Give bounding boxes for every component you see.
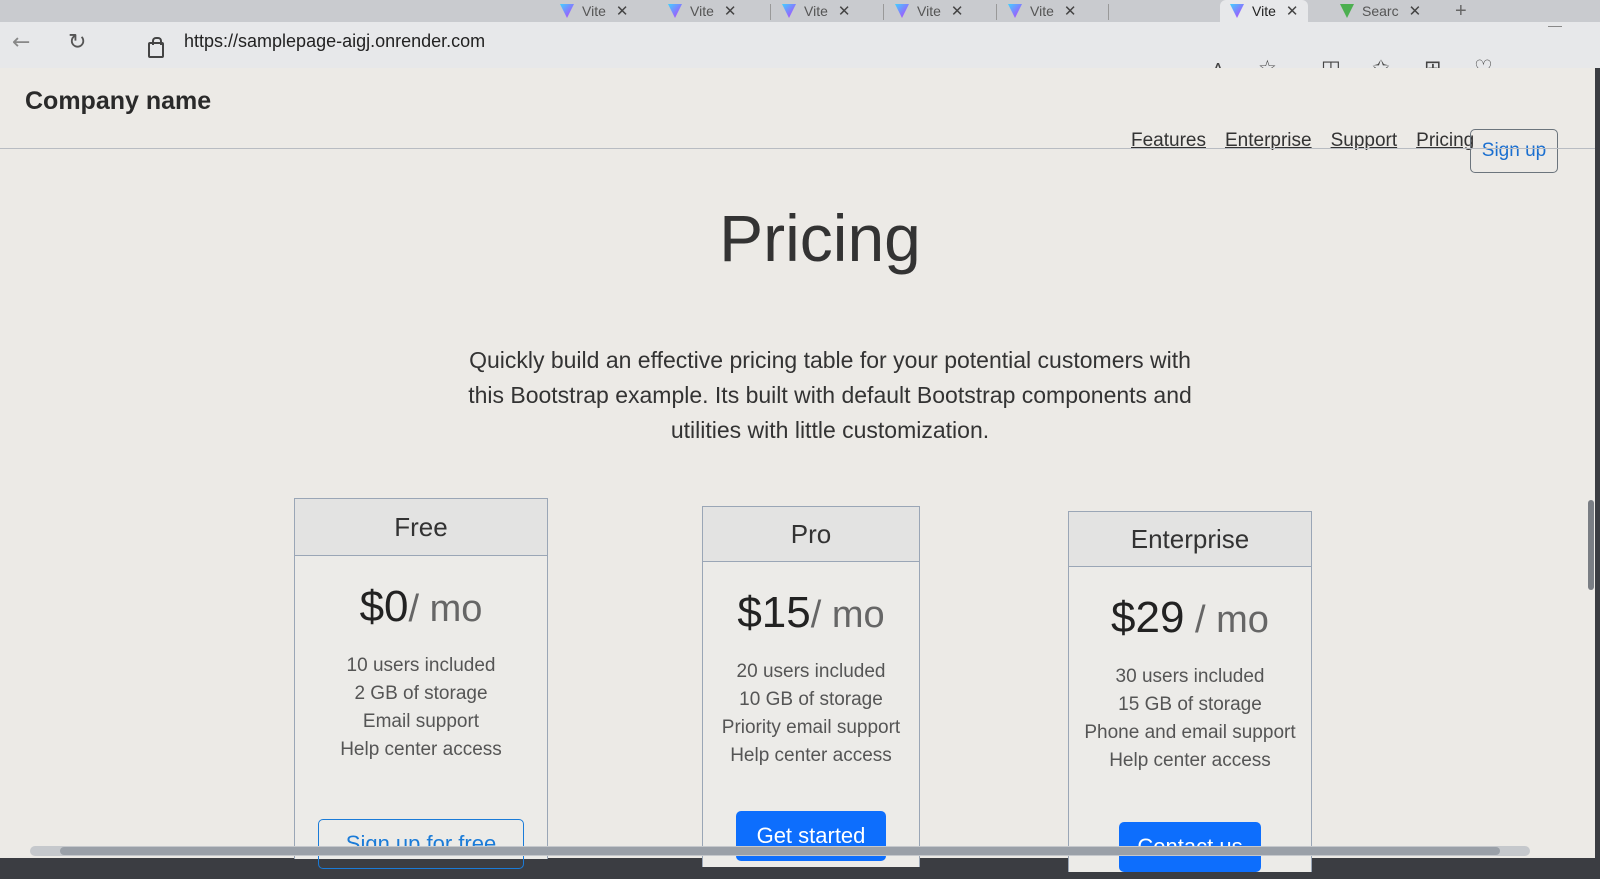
vite-favicon-icon [560,4,574,18]
close-tab-icon[interactable]: ✕ [616,2,629,20]
new-tab-icon[interactable]: + [1455,0,1467,23]
page-viewport: Company name Features Enterprise Support… [0,68,1595,872]
browser-tab[interactable]: Vite ✕ [560,0,628,22]
brand-name[interactable]: Company name [25,87,211,116]
horizontal-scrollbar-thumb[interactable] [60,847,1500,855]
feature-item: Help center access [730,745,892,766]
plan-name: Pro [703,507,919,562]
pricing-card-enterprise: Enterprise $29 / mo 30 users included 15… [1068,511,1312,872]
tab-separator [1108,4,1109,20]
feature-item: 10 GB of storage [739,689,883,710]
sign-up-button[interactable]: Sign up [1470,129,1558,173]
tab-separator [770,4,771,20]
feature-item: Help center access [1109,750,1271,771]
close-tab-icon[interactable]: ✕ [1064,2,1077,20]
feature-list: 30 users included 15 GB of storage Phone… [1069,663,1311,775]
feature-item: Phone and email support [1084,722,1296,743]
search-favicon-icon [1340,4,1354,18]
refresh-icon[interactable]: ↻ [68,30,86,55]
plan-price: $15/ mo [737,588,885,637]
browser-tab-active[interactable]: Vite ✕ [1220,0,1309,22]
vite-favicon-icon [1008,4,1022,18]
feature-item: Priority email support [721,717,901,738]
tab-separator [996,4,997,20]
vertical-scrollbar[interactable] [1588,500,1594,590]
vite-favicon-icon [895,4,909,18]
page-title: Pricing [719,201,921,275]
header-divider [0,148,1595,149]
feature-item: 2 GB of storage [354,683,488,704]
back-icon[interactable]: ← [12,30,30,55]
pricing-card-pro: Pro $15/ mo 20 users included 10 GB of s… [702,506,920,867]
close-tab-icon[interactable]: ✕ [951,2,964,20]
address-bar-url[interactable]: https://samplepage-aigj.onrender.com [184,31,485,52]
browser-tab[interactable]: Vite ✕ [782,0,850,22]
feature-item: Help center access [340,739,502,760]
browser-tab[interactable]: Vite ✕ [895,0,963,22]
horizontal-scrollbar[interactable] [30,846,1530,856]
vite-favicon-icon [782,4,796,18]
close-tab-icon[interactable]: ✕ [838,2,851,20]
browser-tab[interactable]: Vite ✕ [1008,0,1076,22]
browser-tab-strip: Vite ✕ Vite ✕ Vite ✕ Vite ✕ Vite ✕ Vite … [0,0,1600,22]
feature-item: 30 users included [1115,666,1265,687]
close-tab-icon[interactable]: ✕ [724,2,737,20]
tab-separator [883,4,884,20]
vite-favicon-icon [1230,4,1244,18]
vite-favicon-icon [668,4,682,18]
plan-price: $29 / mo [1111,593,1269,642]
feature-list: 20 users included 10 GB of storage Prior… [703,658,919,770]
browser-tab[interactable]: Searc ✕ [1340,0,1421,22]
plan-name: Enterprise [1069,512,1311,567]
browser-toolbar: ← ↻ https://samplepage-aigj.onrender.com [0,22,1600,68]
feature-item: 20 users included [736,661,886,682]
feature-item: 15 GB of storage [1118,694,1262,715]
feature-list: 10 users included 2 GB of storage Email … [295,652,547,764]
close-tab-icon[interactable]: ✕ [1286,2,1299,20]
lock-icon[interactable] [148,37,164,58]
feature-item: 10 users included [346,655,496,676]
feature-item: Email support [362,711,480,732]
browser-tab[interactable]: Vite ✕ [668,0,736,22]
minimize-icon[interactable] [1548,26,1562,27]
plan-price: $0/ mo [359,582,483,631]
plan-name: Free [295,499,547,556]
pricing-card-free: Free $0/ mo 10 users included 2 GB of st… [294,498,548,869]
close-tab-icon[interactable]: ✕ [1409,2,1422,20]
sign-up-for-free-button[interactable]: Sign up for free [318,819,524,869]
page-lead: Quickly build an effective pricing table… [468,347,1192,443]
